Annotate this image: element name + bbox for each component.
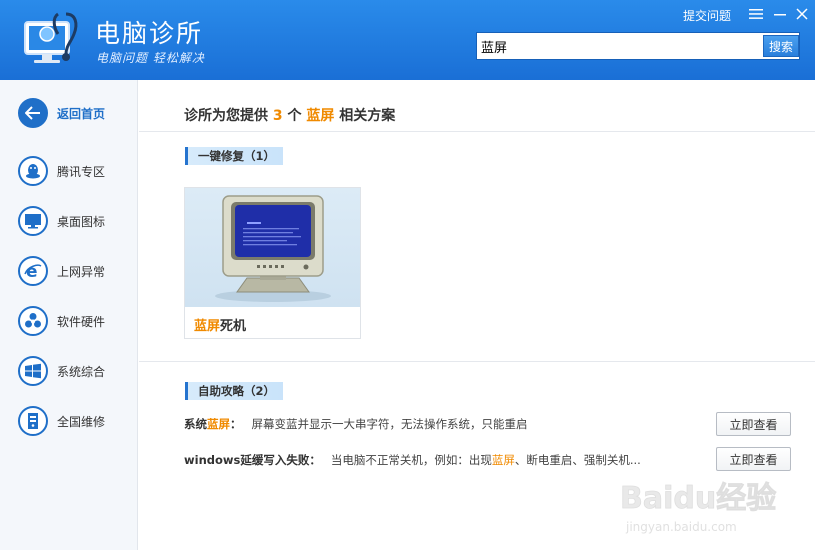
tip-title: 系统蓝屏：	[184, 416, 242, 432]
search-keyword: 蓝屏	[306, 108, 335, 124]
close-icon	[796, 8, 808, 20]
sidebar-item-label: 腾讯专区	[57, 164, 106, 179]
sidebar-item-label: 返回首页	[57, 106, 106, 121]
windows-logo-icon	[18, 356, 48, 386]
sidebar-item-hardware[interactable]: 软件硬件	[18, 305, 136, 337]
divider	[139, 131, 815, 132]
sidebar-item-repair[interactable]: 全国维修	[18, 405, 136, 437]
minimize-icon	[774, 14, 786, 16]
tip-description: 屏幕变蓝并显示一大串字符，无法操作系统，只能重启	[252, 416, 528, 432]
menu-button[interactable]	[747, 5, 765, 23]
submit-question-link[interactable]: 提交问题	[683, 7, 731, 24]
repair-tower-icon	[18, 406, 48, 436]
search-box: 搜索	[476, 32, 800, 60]
app-header: 电脑诊所 电脑问题 轻松解决 提交问题 搜索	[0, 0, 815, 80]
stethoscope-monitor-logo-icon	[24, 12, 78, 63]
menu-icon	[749, 9, 763, 19]
bsod-fix-card[interactable]: 蓝屏死机	[184, 187, 361, 339]
sidebar-item-internet[interactable]: e 上网异常	[18, 255, 136, 287]
baidu-jingyan-watermark: Baidu经验 jingyan.baidu.com	[620, 481, 777, 534]
one-click-fix-section-label: 一键修复（1）	[185, 147, 284, 165]
tip-desc-suffix: 、断电重启、强制关机...	[514, 453, 641, 467]
tip-desc-prefix: 屏幕变蓝并显示一大串字符，无法操作系统，只能重启	[251, 417, 528, 431]
sidebar-item-label: 上网异常	[57, 264, 106, 279]
app-slogan: 电脑问题 轻松解决	[96, 51, 205, 65]
view-now-button[interactable]: 立即查看	[716, 412, 791, 436]
self-help-item: 系统蓝屏： 屏幕变蓝并显示一大串字符，无法操作系统，只能重启	[184, 414, 528, 434]
close-button[interactable]	[793, 5, 811, 23]
tip-title: windows延缓写入失败：	[184, 452, 321, 468]
self-help-item: windows延缓写入失败： 当电脑不正常关机，例如：出现蓝屏、断电重启、强制关…	[184, 450, 641, 470]
summary-middle: 个	[287, 108, 302, 124]
watermark-brand: Baidu经验	[620, 481, 776, 516]
tip-title-keyword: 蓝屏	[207, 417, 230, 431]
tip-desc-prefix: 当电脑不正常关机，例如：出现	[330, 453, 492, 467]
search-input[interactable]	[481, 36, 759, 56]
sidebar-item-label: 软件硬件	[57, 314, 106, 329]
summary-suffix: 相关方案	[339, 108, 396, 124]
app-title: 电脑诊所	[95, 19, 204, 48]
sidebar-item-label: 桌面图标	[57, 214, 106, 229]
sidebar-item-label: 系统综合	[57, 364, 106, 379]
view-now-button[interactable]: 立即查看	[716, 447, 791, 471]
result-count: 3	[272, 108, 283, 124]
tip-desc-keyword: 蓝屏	[491, 453, 515, 467]
watermark-url: jingyan.baidu.com	[625, 520, 737, 534]
tip-title-suffix: ：	[230, 417, 242, 431]
hardware-icon	[18, 306, 48, 336]
tip-description: 当电脑不正常关机，例如：出现蓝屏、断电重启、强制关机...	[331, 452, 641, 468]
desktop-monitor-icon	[18, 206, 48, 236]
back-arrow-icon	[18, 98, 48, 128]
bsod-crt-monitor-image	[185, 188, 360, 307]
card-title-keyword: 蓝屏	[194, 319, 221, 334]
sidebar-item-desktop[interactable]: 桌面图标	[18, 205, 136, 237]
search-button[interactable]: 搜索	[763, 35, 799, 57]
card-title-rest: 死机	[220, 319, 247, 334]
minimize-button[interactable]	[771, 5, 789, 23]
card-title: 蓝屏死机	[194, 315, 246, 334]
self-help-section-label: 自助攻略（2）	[185, 382, 284, 400]
sidebar-item-home[interactable]: 返回首页	[18, 97, 136, 129]
sidebar: 返回首页 腾讯专区 桌面图标 e 上网异常 软件硬件 系统综合 全国维修	[0, 80, 138, 550]
sidebar-item-label: 全国维修	[57, 414, 106, 429]
result-summary: 诊所为您提供 3 个 蓝屏 相关方案	[184, 105, 395, 125]
tip-title-prefix: 系统	[184, 417, 207, 431]
divider	[139, 361, 815, 362]
tip-title-prefix: windows延缓写入失败：	[184, 453, 321, 467]
qq-penguin-icon	[18, 156, 48, 186]
sidebar-item-system[interactable]: 系统综合	[18, 355, 136, 387]
sidebar-item-tencent[interactable]: 腾讯专区	[18, 155, 136, 187]
summary-prefix: 诊所为您提供	[184, 108, 268, 124]
ie-browser-icon: e	[18, 256, 48, 286]
